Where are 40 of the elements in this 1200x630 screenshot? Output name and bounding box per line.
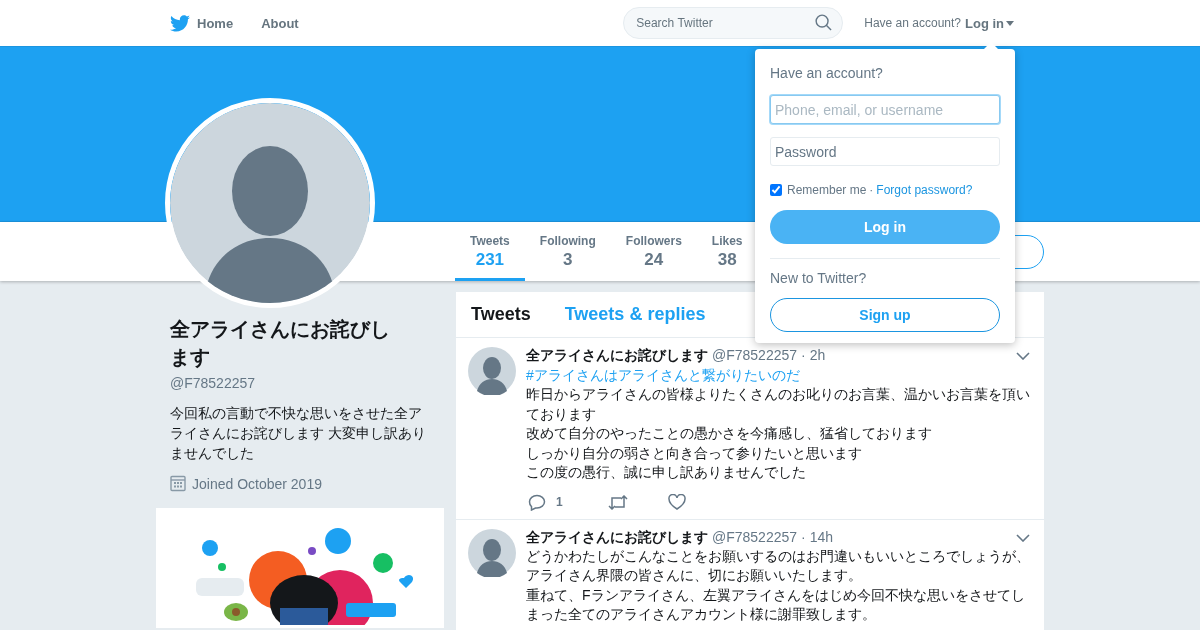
tweet-author[interactable]: 全アライさんにお詫びします	[526, 347, 708, 365]
username-field[interactable]: Phone, email, or username	[770, 95, 1000, 124]
forgot-password-link[interactable]: Forgot password?	[876, 183, 973, 197]
tweet-time[interactable]: 2h	[809, 347, 826, 363]
separator-dot: ·	[801, 347, 806, 363]
tweet-author[interactable]: 全アライさんにお詫びします	[526, 528, 708, 547]
tweet-text: 昨日からアライさんの皆様よりたくさんのお叱りのお言葉、温かいお言葉を頂いております	[526, 385, 1031, 424]
profile-name: 全アライさんにお詫びします	[170, 317, 391, 370]
signup-prompt: New to Twitter?	[770, 270, 868, 286]
nav-link[interactable]: About	[261, 15, 299, 31]
stat-tab[interactable]: Likes 38	[696, 222, 758, 281]
search-field[interactable]: Search Twitter	[623, 7, 844, 39]
tweet-text: この度の愚行、誠に申し訳ありませんでした	[526, 463, 807, 482]
tweet-handle: @F78522257	[712, 347, 798, 363]
tweet-text: しっかり自分の弱さと向き合って参りたいと思います	[526, 443, 863, 463]
profile-handle: @F78522257	[170, 375, 257, 391]
password-field[interactable]: Password	[770, 137, 1000, 166]
separator-dot: ·	[869, 183, 874, 197]
signup-button[interactable]: Sign up	[770, 298, 1000, 332]
nav-link[interactable]: Home	[170, 14, 234, 32]
tweet-text: 改めて自分のやったことの愚かさを今痛感し、猛省しております	[526, 424, 933, 443]
profile-bio: 今回私の言動で不快な思いをさせた全アライさんにお詫びします 大変申し訳ありませんでした	[170, 404, 427, 463]
remember-label: Remember me	[787, 183, 867, 197]
dropdown-title: Have an account?	[770, 65, 884, 81]
timeline-tab[interactable]: Tweets & replies	[564, 304, 706, 325]
tweet-handle: @F78522257	[712, 528, 798, 545]
tweet-time[interactable]: 14h	[809, 528, 834, 545]
separator-dot: ·	[801, 528, 806, 545]
tweet-text: どうかわたしがこんなことをお願いするのはお門違いもいいところでしょうが、	[526, 546, 1031, 566]
tweet-text: アライさん界隈の皆さんに、切にお願いいたします。	[526, 566, 863, 585]
reply-count: 1	[556, 495, 563, 509]
timeline-tab[interactable]: Tweets	[471, 304, 531, 325]
account-prompt: Have an account?	[864, 16, 961, 30]
stat-tab[interactable]: Tweets 231	[455, 222, 525, 281]
hashtag-link[interactable]: #アライさんはアライさんと繋がりたいのだ	[526, 365, 1030, 385]
login-menu[interactable]: Log in	[965, 15, 1014, 31]
stat-tab[interactable]: Following 3	[524, 222, 611, 281]
tweet-text: 重ねて、Fランアライさん、左翼アライさんをはじめ今回不快な思いをさせてしまった全てのアライさんアカウント様に謝罪致します。	[526, 585, 1026, 624]
stat-tab[interactable]: Followers 24	[610, 222, 697, 281]
joined-date: Joined October 2019	[192, 475, 322, 492]
